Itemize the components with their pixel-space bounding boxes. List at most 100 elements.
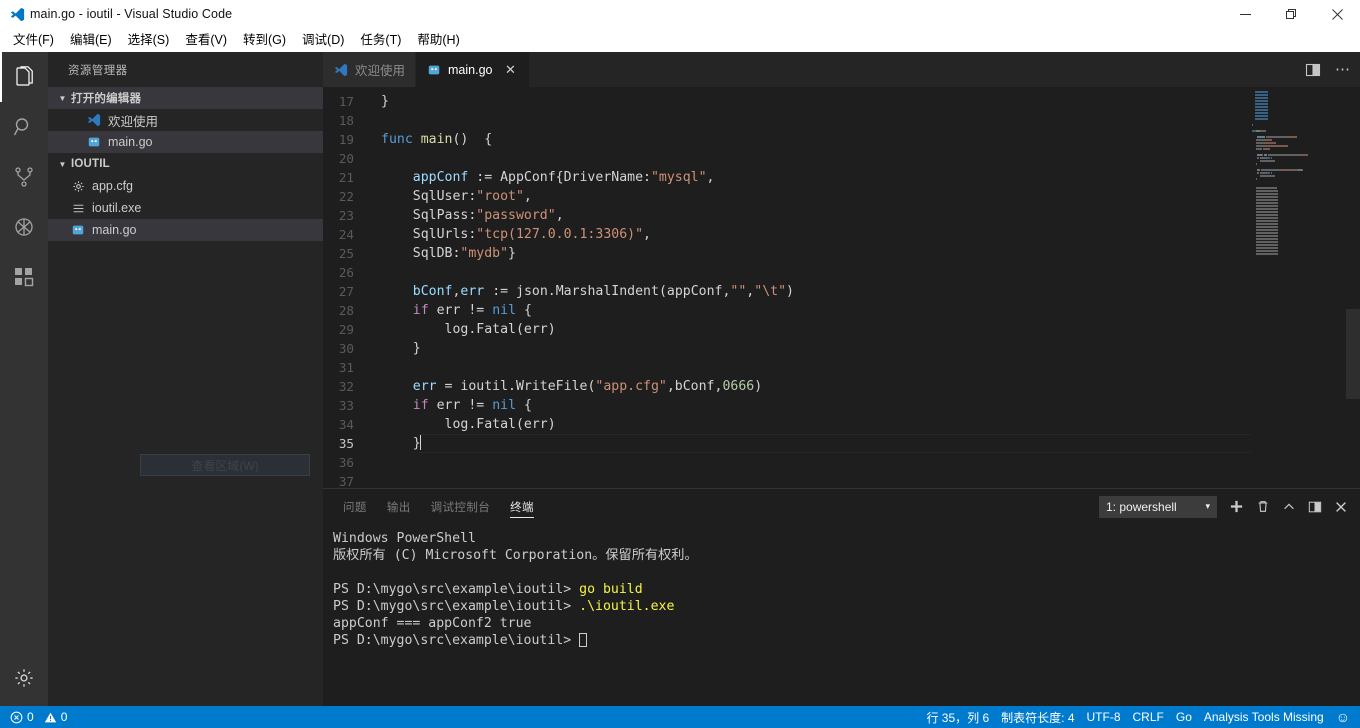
sidebar-ghost-button[interactable]: 查看区域(W)	[140, 454, 310, 476]
activity-bar	[0, 52, 48, 706]
minimap-line	[1266, 157, 1270, 159]
restore-button[interactable]	[1268, 0, 1314, 28]
code-line: 28 if err != nil {	[323, 301, 1250, 320]
line-text: SqlUrls:"tcp(127.0.0.1:3306)",	[371, 225, 1250, 244]
menu-file[interactable]: 文件(F)	[5, 28, 62, 52]
activity-debug[interactable]	[0, 202, 48, 252]
split-editor-icon[interactable]	[1305, 62, 1321, 78]
line-text	[371, 111, 1250, 130]
line-text	[371, 472, 1250, 488]
open-editor-main-go[interactable]: main.go	[48, 131, 323, 153]
code-token: log.Fatal(err)	[381, 322, 556, 337]
code-token: 0666	[722, 379, 755, 394]
panel-actions: 1: powershell ▾	[1099, 495, 1360, 518]
terminal-line: PS D:\mygo\src\example\ioutil> .\ioutil.…	[333, 598, 1360, 615]
menu-selection[interactable]: 选择(S)	[120, 28, 178, 52]
code-line: 21 appConf := AppConf{DriverName:"mysql"…	[323, 168, 1250, 187]
gear-icon	[13, 667, 35, 689]
status-indentation[interactable]: 制表符长度: 4	[995, 706, 1080, 728]
terminal-selector[interactable]: 1: powershell ▾	[1099, 495, 1217, 518]
code-token: SqlUser:	[381, 189, 477, 204]
minimap[interactable]	[1250, 87, 1360, 488]
code-token: )	[754, 379, 763, 394]
file-main-go[interactable]: main.go	[48, 219, 323, 241]
line-number: 18	[338, 113, 354, 128]
status-encoding[interactable]: UTF-8	[1081, 706, 1127, 728]
tab-welcome[interactable]: 欢迎使用	[323, 52, 417, 87]
minimap-line	[1257, 136, 1265, 138]
panel-tab-debug-console[interactable]: 调试控制台	[421, 489, 501, 524]
file-ioutil-exe[interactable]: ioutil.exe	[48, 197, 323, 219]
code-token: bConf	[412, 284, 453, 299]
minimap-line	[1306, 154, 1308, 156]
minimap-line	[1255, 118, 1268, 120]
terminal-text: PS D:\mygo\src\example\ioutil>	[333, 582, 580, 597]
code-token: "tcp(127.0.0.1:3306)"	[476, 227, 644, 242]
menu-help[interactable]: 帮助(H)	[409, 28, 467, 52]
code-token: main	[420, 132, 453, 147]
code-editor[interactable]: 1617}1819func main() {2021 appConf := Ap…	[323, 87, 1360, 488]
code-token: ,	[643, 227, 651, 242]
section-folder-ioutil[interactable]: ▼ IOUTIL	[48, 153, 323, 175]
terminal-text: PS D:\mygo\src\example\ioutil>	[333, 599, 580, 614]
code-token: {	[516, 303, 532, 318]
code-line: 27 bConf,err := json.MarshalIndent(appCo…	[323, 282, 1250, 301]
menu-goto[interactable]: 转到(G)	[235, 28, 294, 52]
code-token: }	[508, 246, 516, 261]
line-number: 19	[338, 132, 354, 147]
activity-extensions[interactable]	[0, 252, 48, 302]
error-count: 0	[27, 710, 34, 724]
section-open-editors[interactable]: ▼ 打开的编辑器	[48, 87, 323, 109]
bottom-panel: 问题 输出 调试控制台 终端 1: powershell ▾ Windows P…	[323, 488, 1360, 706]
menu-tasks[interactable]: 任务(T)	[352, 28, 409, 52]
code-line: 20	[323, 149, 1250, 168]
status-error-warning[interactable]: 0 0	[4, 706, 73, 728]
new-terminal-icon[interactable]	[1229, 499, 1244, 514]
line-number: 35	[338, 436, 354, 451]
line-number: 20	[338, 151, 354, 166]
close-button[interactable]	[1314, 0, 1360, 28]
code-token: )	[786, 284, 794, 299]
panel-tab-problems[interactable]: 问题	[333, 489, 377, 524]
maximize-panel-icon[interactable]	[1282, 500, 1296, 514]
editor-tabs: 欢迎使用 main.go ✕ ⋯	[323, 52, 1360, 87]
activity-search[interactable]	[0, 102, 48, 152]
code-token: "root"	[476, 189, 524, 204]
more-actions-icon[interactable]: ⋯	[1335, 62, 1350, 77]
split-terminal-icon[interactable]	[1308, 500, 1322, 514]
status-cursor-position[interactable]: 行 35，列 6	[920, 706, 995, 728]
menu-view[interactable]: 查看(V)	[177, 28, 235, 52]
status-eol[interactable]: CRLF	[1127, 706, 1170, 728]
search-icon	[12, 115, 36, 139]
minimap-line	[1256, 163, 1258, 165]
minimize-button[interactable]	[1222, 0, 1268, 28]
code-line: 33 if err != nil {	[323, 396, 1250, 415]
panel-tab-output[interactable]: 输出	[377, 489, 421, 524]
code-token: := AppConf{DriverName:	[468, 170, 651, 185]
panel-tab-terminal[interactable]: 终端	[500, 489, 544, 524]
status-feedback-smiley[interactable]: ☺	[1330, 706, 1356, 728]
code-scroll-region[interactable]: 1617}1819func main() {2021 appConf := Ap…	[323, 87, 1250, 488]
status-language-mode[interactable]: Go	[1170, 706, 1198, 728]
side-bar: 资源管理器 ▼ 打开的编辑器 欢迎使用 main.go ▼ IOUTIL app…	[48, 52, 323, 706]
activity-settings[interactable]	[0, 650, 48, 706]
kill-terminal-icon[interactable]	[1256, 499, 1270, 514]
activity-source-control[interactable]	[0, 152, 48, 202]
tab-close-icon[interactable]: ✕	[503, 62, 519, 78]
menu-debug[interactable]: 调试(D)	[294, 28, 352, 52]
close-panel-icon[interactable]	[1334, 500, 1348, 514]
chevron-down-icon: ▾	[1205, 501, 1210, 511]
open-editor-welcome[interactable]: 欢迎使用	[48, 109, 323, 131]
code-token: log.Fatal(err)	[381, 417, 556, 432]
line-number: 37	[338, 474, 354, 488]
minimap-line	[1289, 154, 1300, 156]
terminal-output[interactable]: Windows PowerShell 版权所有 (C) Microsoft Cor…	[323, 524, 1360, 706]
activity-explorer[interactable]	[0, 52, 48, 102]
text-cursor	[419, 435, 421, 450]
menu-edit[interactable]: 编辑(E)	[62, 28, 120, 52]
minimap-line	[1260, 130, 1266, 132]
file-app-cfg[interactable]: app.cfg	[48, 175, 323, 197]
status-analysis-tools[interactable]: Analysis Tools Missing	[1198, 706, 1330, 728]
tab-main-go[interactable]: main.go ✕	[416, 52, 530, 87]
